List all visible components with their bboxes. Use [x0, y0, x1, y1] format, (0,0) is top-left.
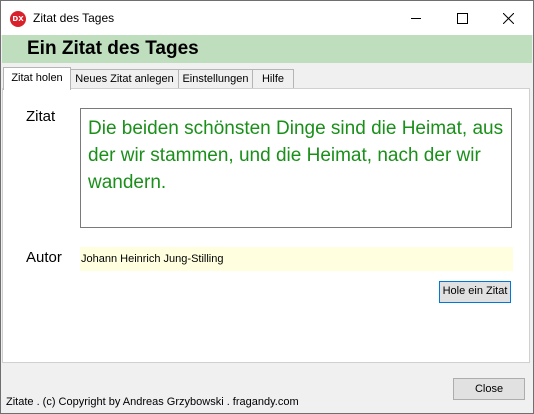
- tab-hilfe[interactable]: Hilfe: [252, 69, 294, 88]
- page-header: Ein Zitat des Tages: [2, 35, 532, 63]
- title-bar[interactable]: DX Zitat des Tages: [1, 1, 533, 35]
- tab-zitat-holen[interactable]: Zitat holen: [3, 67, 71, 90]
- app-window: DX Zitat des Tages Ein Zitat des Tages Z…: [0, 0, 534, 414]
- window-close-button[interactable]: [485, 1, 531, 35]
- maximize-button[interactable]: [439, 1, 485, 35]
- tab-neues-zitat-anlegen[interactable]: Neues Zitat anlegen: [70, 69, 179, 88]
- fetch-quote-button[interactable]: Hole ein Zitat: [439, 281, 511, 303]
- close-icon: [503, 13, 514, 24]
- quote-textbox[interactable]: Die beiden schönsten Dinge sind die Heim…: [80, 108, 512, 228]
- copyright-text: Zitate . (c) Copyright by Andreas Grzybo…: [6, 396, 299, 408]
- author-label: Autor: [26, 249, 62, 266]
- tab-panel: Zitat Die beiden schönsten Dinge sind di…: [2, 88, 530, 363]
- close-button[interactable]: Close: [453, 378, 525, 400]
- maximize-icon: [457, 13, 468, 24]
- app-icon: DX: [10, 11, 26, 27]
- tab-einstellungen[interactable]: Einstellungen: [178, 69, 253, 88]
- quote-label: Zitat: [26, 108, 56, 125]
- minimize-button[interactable]: [393, 1, 439, 35]
- window-title: Zitat des Tages: [33, 11, 115, 25]
- author-field[interactable]: Johann Heinrich Jung-Stilling: [80, 247, 513, 271]
- minimize-icon: [411, 18, 421, 19]
- page-title: Ein Zitat des Tages: [27, 38, 199, 59]
